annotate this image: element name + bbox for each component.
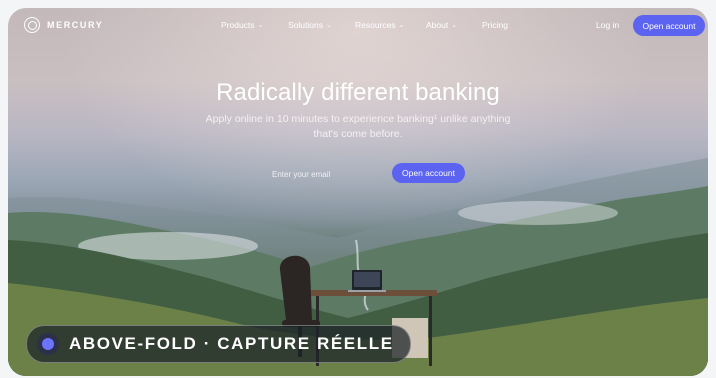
hero-screenshot: MERCURY Products ⌄ Solutions ⌄ Resources… [8, 8, 708, 376]
nav-item-resources[interactable]: Resources ⌄ [355, 20, 426, 30]
nav-item-solutions[interactable]: Solutions ⌄ [288, 20, 355, 30]
nav-label-about: About [426, 20, 449, 30]
nav-label-pricing: Pricing [482, 20, 508, 30]
nav-menu: Products ⌄ Solutions ⌄ Resources ⌄ About… [221, 20, 508, 30]
chevron-down-icon: ⌄ [451, 22, 458, 29]
nav-label-products: Products [221, 20, 255, 30]
chevron-down-icon: ⌄ [398, 22, 405, 29]
nav-item-about[interactable]: About ⌄ [426, 20, 482, 30]
capture-badge: ABOVE-FOLD · CAPTURE RÉELLE [26, 325, 411, 363]
mercury-logo-icon [24, 17, 40, 33]
hero-title: Radically different banking [216, 79, 500, 106]
brand-name: MERCURY [47, 20, 104, 30]
mountain-landscape [8, 158, 708, 376]
hero-subtitle: Apply online in 10 minutes to experience… [205, 113, 511, 140]
nav-label-solutions: Solutions [288, 20, 323, 30]
nav-item-products[interactable]: Products ⌄ [221, 20, 288, 30]
nav-item-pricing[interactable]: Pricing [482, 20, 508, 30]
nav-label-resources: Resources [355, 20, 396, 30]
open-account-button[interactable]: Open account [633, 15, 705, 36]
email-input[interactable] [270, 163, 400, 186]
hero-open-account-button[interactable]: Open account [392, 163, 465, 183]
record-dot-icon [37, 333, 59, 355]
top-navigation: MERCURY Products ⌄ Solutions ⌄ Resources… [8, 8, 708, 44]
chevron-down-icon: ⌄ [325, 22, 332, 29]
login-link[interactable]: Log in [596, 20, 619, 30]
brand-logo[interactable]: MERCURY [24, 17, 103, 33]
chevron-down-icon: ⌄ [257, 22, 264, 29]
badge-label: ABOVE-FOLD · CAPTURE RÉELLE [69, 334, 394, 353]
